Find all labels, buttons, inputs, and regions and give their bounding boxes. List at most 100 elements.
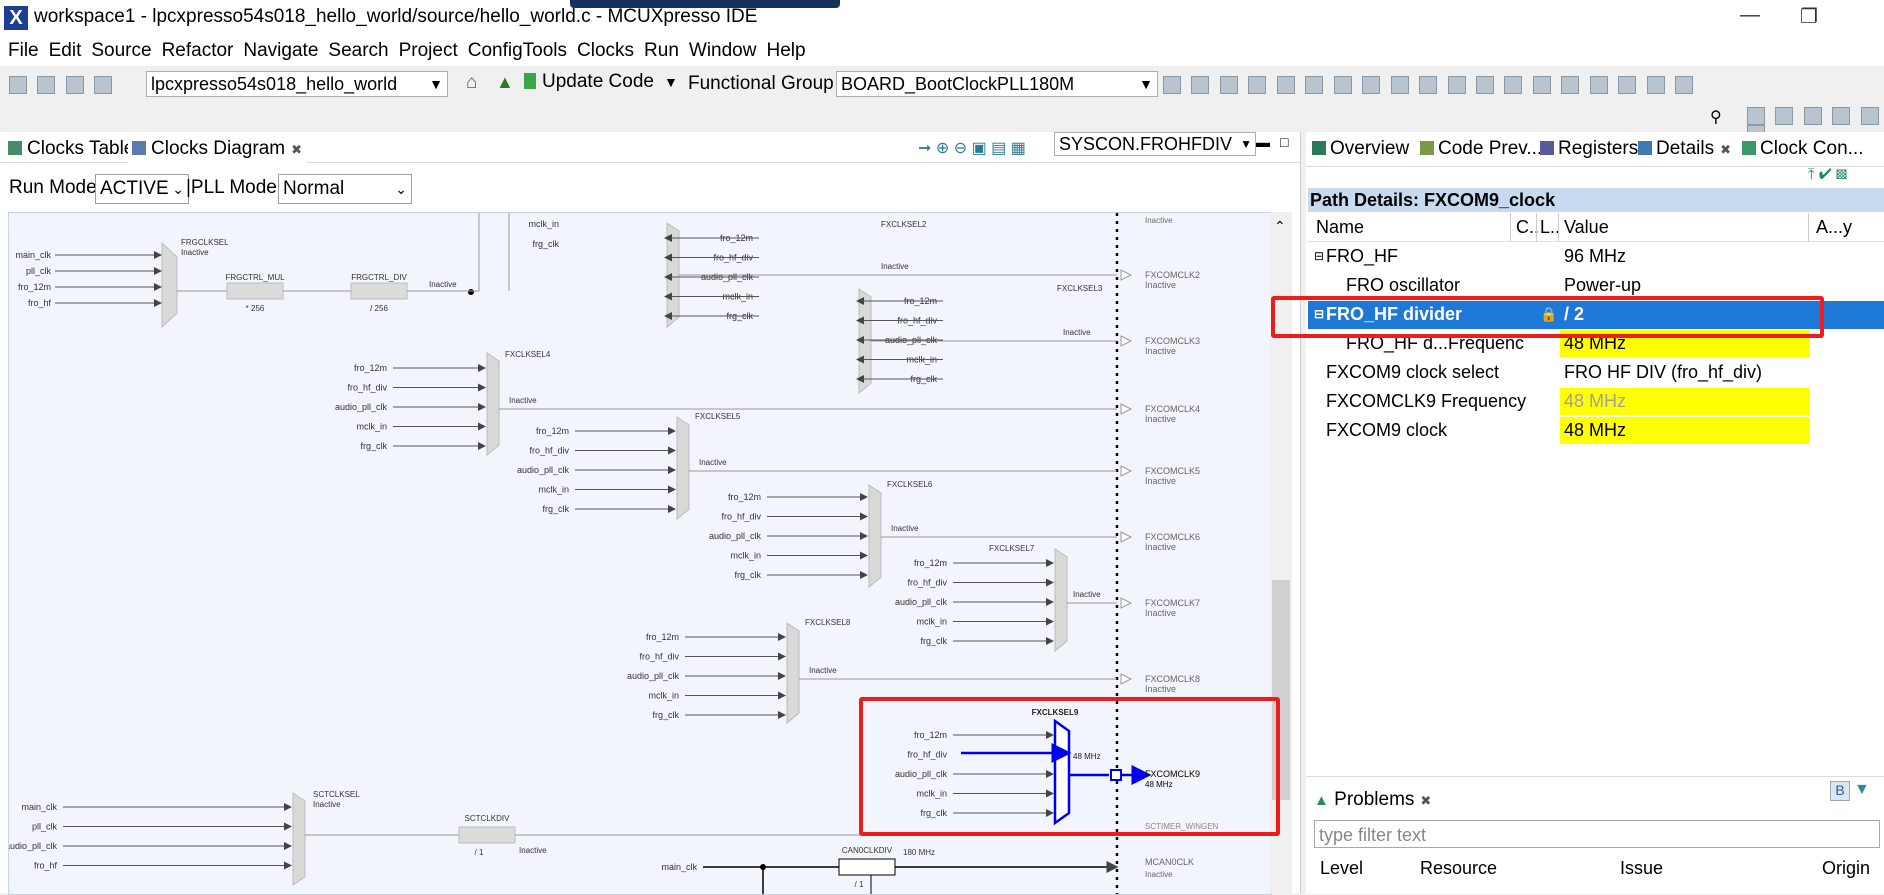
junction-dot: [468, 289, 474, 295]
problems-filter-input[interactable]: type filter text: [1314, 820, 1880, 848]
tab-details[interactable]: Details ✖: [1638, 138, 1731, 160]
details-row[interactable]: ⊟ FRO_HF 96 MHz: [1308, 243, 1884, 271]
minimize-view-icon[interactable]: ▬: [1256, 134, 1270, 150]
maximize-view-icon[interactable]: □: [1280, 134, 1288, 150]
search-icon[interactable]: ⚲: [1710, 107, 1722, 127]
menu-run[interactable]: Run: [644, 40, 679, 62]
column-divider[interactable]: [1510, 213, 1511, 241]
menu-refactor[interactable]: Refactor: [162, 40, 234, 62]
minimize-icon[interactable]: —: [1740, 4, 1760, 27]
col-origin[interactable]: Origin: [1822, 858, 1870, 879]
flag-icon[interactable]: [1163, 76, 1181, 94]
col-level[interactable]: Level: [1320, 858, 1363, 879]
col-a[interactable]: A...y: [1816, 217, 1852, 238]
functional-group-combo[interactable]: BOARD_BootClockPLL180M ▼: [836, 71, 1158, 97]
external-tools-icon[interactable]: [1504, 76, 1523, 94]
open-perspective-icon[interactable]: [1747, 107, 1765, 125]
table-icon[interactable]: [1191, 76, 1210, 94]
tab-clock-consumers[interactable]: Clock Con...: [1742, 138, 1863, 160]
element-search-combo[interactable]: SYSCON.FROHFDIV ▼: [1054, 132, 1256, 156]
collapse-icon[interactable]: ⊟: [1314, 249, 1324, 263]
save-icon[interactable]: [37, 76, 56, 94]
pins-perspective-icon[interactable]: [1832, 107, 1851, 125]
col-name[interactable]: Name: [1316, 217, 1364, 238]
arrow-icon[interactable]: ➞: [918, 140, 931, 157]
close-icon[interactable]: ✖: [291, 142, 302, 157]
chevron-down-icon[interactable]: ▼: [1139, 72, 1153, 96]
col-l[interactable]: L..: [1540, 217, 1560, 238]
column-divider[interactable]: [1536, 213, 1537, 241]
debug-perspective-icon[interactable]: [1803, 107, 1822, 125]
check-icon[interactable]: ✔: [1819, 166, 1832, 183]
filter-icon[interactable]: ▼: [1854, 781, 1870, 799]
details-row[interactable]: FXCOM9 clock 48 MHz: [1308, 417, 1884, 445]
warning-icon[interactable]: ▲: [496, 72, 514, 93]
nav-icon[interactable]: [1675, 76, 1694, 94]
run-mode-select[interactable]: ACTIVE ⌄: [95, 174, 189, 204]
new-icon[interactable]: [9, 76, 27, 94]
undo-icon[interactable]: [1219, 76, 1238, 94]
project-combo[interactable]: lpcxpresso54s018_hello_world ▼: [146, 71, 448, 97]
details-row[interactable]: FXCOMCLK9 Frequency 48 MHz: [1308, 388, 1884, 416]
pen-icon[interactable]: [1532, 76, 1551, 94]
menu-file[interactable]: File: [8, 40, 39, 62]
back-icon[interactable]: [1618, 76, 1637, 94]
details-row[interactable]: FXCOM9 clock select FRO HF DIV (fro_hf_d…: [1308, 359, 1884, 387]
pll-mode-select[interactable]: Normal ⌄: [278, 174, 412, 204]
tab-registers[interactable]: Registers: [1540, 138, 1638, 160]
lock-icon[interactable]: ▩: [1836, 166, 1847, 183]
run-icon[interactable]: [1475, 76, 1494, 94]
zoom-out-icon[interactable]: ⊖: [954, 140, 967, 157]
connect-icon[interactable]: [1419, 76, 1438, 94]
flash-icon[interactable]: [1447, 76, 1466, 94]
stop-icon[interactable]: [1362, 76, 1381, 94]
annotation-icon[interactable]: [1589, 76, 1608, 94]
menu-edit[interactable]: Edit: [49, 40, 82, 62]
col-issue[interactable]: Issue: [1620, 858, 1663, 879]
step-icon[interactable]: [1390, 76, 1409, 94]
tab-code-preview[interactable]: Code Prev...: [1420, 138, 1542, 160]
close-icon[interactable]: ✖: [1420, 793, 1431, 808]
save-all-icon[interactable]: [65, 76, 84, 94]
tab-problems[interactable]: ▲ Problems ✖: [1314, 789, 1431, 811]
close-icon[interactable]: ✖: [1720, 142, 1731, 157]
redo-icon[interactable]: [1248, 76, 1267, 94]
tab-overview[interactable]: Overview: [1312, 138, 1409, 160]
chevron-down-icon[interactable]: ▼: [429, 72, 443, 96]
col-value[interactable]: Value: [1564, 217, 1609, 238]
build-icon[interactable]: [94, 76, 113, 94]
column-divider[interactable]: [1558, 213, 1559, 241]
print-icon[interactable]: ▦: [1011, 140, 1026, 157]
chevron-down-icon[interactable]: ▼: [1240, 133, 1252, 155]
menu-configtools[interactable]: ConfigTools: [468, 40, 567, 62]
b-icon[interactable]: B: [1830, 781, 1850, 801]
zoom-in-icon[interactable]: ⊕: [936, 140, 949, 157]
scroll-up-icon[interactable]: ⌃: [1274, 218, 1286, 235]
menu-source[interactable]: Source: [91, 40, 151, 62]
tab-clocks-diagram[interactable]: Clocks Diagram ✖: [128, 136, 306, 164]
suspend-icon[interactable]: [1333, 76, 1352, 94]
collapse-icon[interactable]: ⤒: [1808, 166, 1815, 183]
fit-icon[interactable]: ▣: [972, 140, 987, 157]
fxclksel2-mux: [666, 222, 680, 329]
edit-icon[interactable]: [1561, 76, 1580, 94]
monitor-icon[interactable]: [1276, 76, 1295, 94]
forward-icon[interactable]: [1646, 76, 1665, 94]
home-icon[interactable]: ⌂: [466, 72, 477, 94]
menu-project[interactable]: Project: [399, 40, 458, 62]
export-icon[interactable]: ▤: [991, 140, 1006, 157]
develop-perspective-icon[interactable]: [1775, 107, 1794, 125]
col-resource[interactable]: Resource: [1420, 858, 1497, 879]
update-code-dropdown-icon[interactable]: ▼: [664, 74, 678, 90]
restore-icon[interactable]: ❐: [1800, 4, 1818, 29]
menu-help[interactable]: Help: [766, 40, 805, 62]
menu-clocks[interactable]: Clocks: [577, 40, 634, 62]
menu-window[interactable]: Window: [689, 40, 757, 62]
update-code-button[interactable]: Update Code: [524, 71, 654, 93]
debug-icon[interactable]: [1305, 76, 1324, 94]
clocks-perspective-icon[interactable]: [1860, 107, 1879, 125]
menu-navigate[interactable]: Navigate: [243, 40, 318, 62]
menu-search[interactable]: Search: [328, 40, 388, 62]
column-divider[interactable]: [1808, 213, 1809, 241]
tab-clocks-table[interactable]: Clocks Table: [4, 136, 138, 162]
